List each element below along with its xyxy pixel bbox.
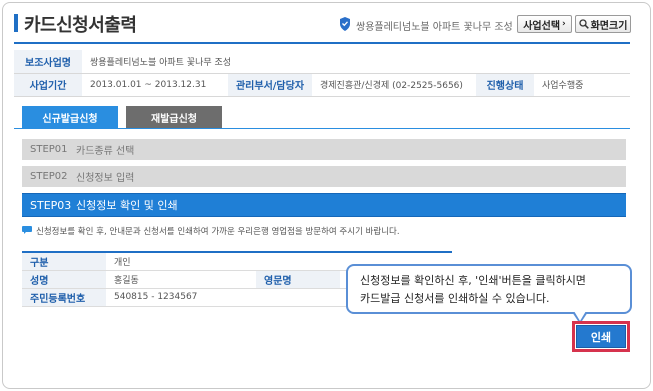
select-business-button[interactable]: 사업선택 › <box>517 15 572 33</box>
select-business-label: 사업선택 <box>523 20 561 32</box>
type-label: 구분 <box>22 252 106 271</box>
status-value: 사업수행중 <box>534 73 630 97</box>
tab-new-issue[interactable]: 신규발급신청 <box>22 106 118 128</box>
magnifier-icon <box>578 19 589 29</box>
step-1: STEP01 카드종류 선택 <box>22 139 626 160</box>
dept-value: 경제진흥관/신경제 (02-2525-5656) <box>312 73 476 97</box>
tab-reissue[interactable]: 재발급신청 <box>126 106 222 128</box>
tooltip-tail-inner <box>574 311 586 321</box>
tooltip-line-1: 신청정보를 확인하신 후, '인쇄'버튼을 클릭하시면 <box>360 274 586 287</box>
eng-name-label: 영문명 <box>256 270 340 289</box>
print-button[interactable]: 인쇄 <box>576 325 626 348</box>
notice-text: 신청정보를 확인 후, 안내문과 신청서를 인쇄하여 가까운 우리은행 영업점을… <box>36 227 400 237</box>
page-title: 카드신청서출력 <box>24 15 137 36</box>
dept-label: 관리부서/담당자 <box>228 73 312 97</box>
step-number: STEP02 <box>30 171 68 182</box>
program-value: 쌍용플레티넘노블 아파트 꽃나무 조성 <box>82 50 630 74</box>
tab-underline <box>14 128 630 129</box>
print-hint-tooltip: 신청정보를 확인하신 후, '인쇄'버튼을 클릭하시면 카드발급 신청서를 인쇄… <box>346 264 632 314</box>
speech-bubble-icon <box>22 226 32 234</box>
step-label: 신청정보 입력 <box>76 173 135 184</box>
info-row-period: 사업기간 2013.01.01 ~ 2013.12.31 관리부서/담당자 경제… <box>14 73 630 97</box>
step-2: STEP02 신청정보 입력 <box>22 166 626 187</box>
info-row-program: 보조사업명 쌍용플레티넘노블 아파트 꽃나무 조성 <box>14 50 630 74</box>
name-value: 홍길동 <box>106 270 256 289</box>
shield-icon <box>340 17 350 31</box>
chevron-right-icon: › <box>562 19 566 29</box>
screen-size-button[interactable]: 화면크기 <box>575 15 631 33</box>
current-business-name: 쌍용플레티넘노블 아파트 꽃나무 조성 <box>356 22 513 33</box>
rrn-label: 주민등록번호 <box>22 288 106 307</box>
status-label: 진행상태 <box>476 73 534 97</box>
period-label: 사업기간 <box>14 73 82 97</box>
step-3-active: STEP03 신청정보 확인 및 인쇄 <box>22 194 626 216</box>
business-info-table: 보조사업명 쌍용플레티넘노블 아파트 꽃나무 조성 사업기간 2013.01.0… <box>14 50 630 97</box>
name-label: 성명 <box>22 270 106 289</box>
tooltip-line-2: 카드발급 신청서를 인쇄하실 수 있습니다. <box>360 292 550 305</box>
period-value: 2013.01.01 ~ 2013.12.31 <box>82 73 228 97</box>
step-label: 신청정보 확인 및 인쇄 <box>76 199 178 212</box>
step-number: STEP03 <box>30 198 72 212</box>
step-label: 카드종류 선택 <box>76 146 135 157</box>
header-divider <box>14 42 630 44</box>
step-number: STEP01 <box>30 144 68 155</box>
title-accent-bar <box>14 14 18 32</box>
program-label: 보조사업명 <box>14 50 82 74</box>
screen-size-label: 화면크기 <box>590 20 628 32</box>
